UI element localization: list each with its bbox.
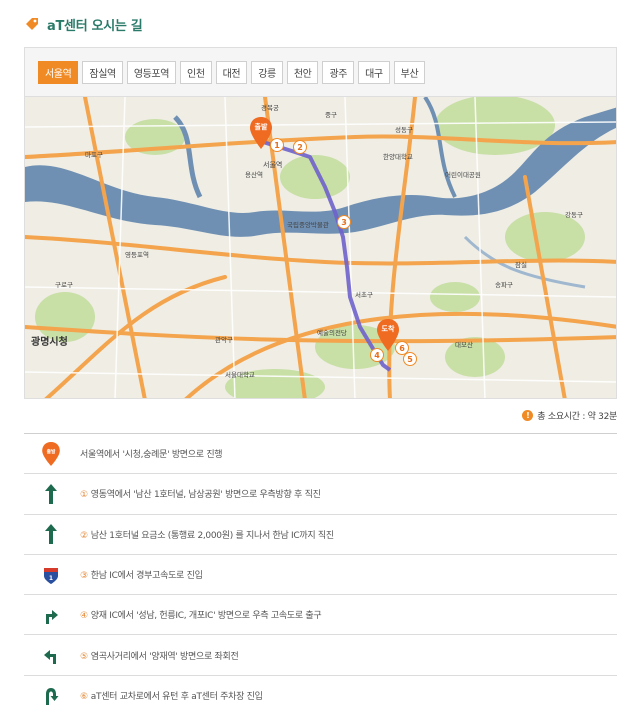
step-instruction: 서울역에서 '시청,숭례문' 방면으로 진행	[80, 450, 223, 461]
end-pin-label: 도착	[381, 325, 395, 333]
tab-departure-1[interactable]: 잠실역	[82, 61, 123, 84]
departure-tabs: 서울역 잠실역 영등포역 인천 대전 강릉 천안 광주 대구 부산	[38, 61, 429, 84]
start-pin-icon: 출발	[41, 441, 61, 466]
step-number: ①	[80, 490, 88, 501]
direction-step-1: 출발 서울역에서 '시청,숭례문' 방면으로 진행	[24, 434, 617, 475]
step-number: ⑤	[80, 651, 88, 662]
direction-step-text: ② 남산 1호터널 요금소 (통행료 2,000원) 를 지나서 한남 IC까지 …	[80, 528, 334, 541]
step-instruction: 영동역에서 '남산 1호터널, 남상공원' 방면으로 우측방향 후 직진	[90, 490, 321, 501]
map-canvas: 경복궁 용산역 영등포역 국립중앙박물관 한양대학교 어린이대공원 잠실 서울대…	[25, 97, 616, 398]
svg-text:마포구: 마포구	[85, 150, 103, 159]
svg-text:한양대학교: 한양대학교	[383, 152, 413, 161]
svg-text:영등포역: 영등포역	[125, 250, 149, 259]
svg-text:대모산: 대모산	[455, 340, 473, 349]
directions-page: aT센터 오시는 길 서울역 잠실역 영등포역 인천 대전 강릉 천안 광주 대구 부산	[0, 0, 640, 711]
direction-step-text: ⑥ aT센터 교차로에서 유턴 후 aT센터 주차장 진입	[80, 689, 263, 702]
svg-text:용산역: 용산역	[245, 170, 263, 179]
direction-step-text: ④ 양재 IC에서 '성남, 헌릉IC, 개포IC' 방면으로 우측 고속도로 출…	[80, 608, 322, 622]
tab-departure-3[interactable]: 인천	[180, 61, 212, 84]
start-pin[interactable]: 출발	[250, 117, 272, 149]
step-instruction: 양재 IC에서 '성남, 헌릉IC, 개포IC' 방면으로 우측 고속도로 출구	[90, 611, 322, 622]
step-instruction: aT센터 교차로에서 유턴 후 aT센터 주차장 진입	[90, 692, 263, 703]
step-number: ②	[80, 530, 88, 541]
map-step-marker-3[interactable]: 3	[337, 215, 351, 229]
straight-arrow-icon	[41, 522, 61, 546]
svg-text:관악구: 관악구	[215, 335, 233, 344]
map-step-marker-2[interactable]: 2	[293, 140, 307, 154]
tab-departure-4[interactable]: 대전	[215, 61, 248, 84]
straight-arrow-icon	[41, 482, 61, 506]
city-map-label: 광명시청	[31, 335, 68, 348]
station-map-label: 서울역	[263, 160, 282, 169]
step-number: ⑥	[80, 692, 88, 703]
direction-step-2: ① 영동역에서 '남산 1호터널, 남상공원' 방면으로 우측방향 후 직진	[24, 474, 617, 515]
svg-text:어린이대공원: 어린이대공원	[445, 170, 481, 179]
total-time: ! 총 소요시간 : 약 32분	[522, 409, 617, 422]
info-icon: !	[522, 410, 534, 421]
total-time-text: 총 소요시간 : 약 32분	[537, 412, 617, 422]
tab-departure-2[interactable]: 영등포역	[126, 61, 177, 84]
tag-icon	[26, 18, 38, 30]
tab-departure-7[interactable]: 광주	[322, 61, 355, 84]
tab-departure-0[interactable]: 서울역	[38, 61, 79, 84]
start-pin-label: 출발	[254, 123, 268, 131]
section-header: aT센터 오시는 길	[24, 14, 143, 34]
svg-text:서초구: 서초구	[355, 290, 373, 299]
direction-steps: 출발 서울역에서 '시청,숭례문' 방면으로 진행 ① 영동역에서 '남산 1호터널,…	[24, 433, 617, 711]
svg-text:강동구: 강동구	[565, 210, 583, 219]
page-title: aT센터 오시는 길	[47, 18, 143, 34]
map-step-marker-1[interactable]: 1	[270, 138, 284, 152]
direction-step-5: ④ 양재 IC에서 '성남, 헌릉IC, 개포IC' 방면으로 우측 고속도로 출…	[24, 595, 617, 636]
direction-step-6: ⑤ 염곡사거리에서 '양재역' 방면으로 좌회전	[24, 635, 617, 676]
svg-text:구로구: 구로구	[55, 281, 73, 289]
direction-step-7: ⑥ aT센터 교차로에서 유턴 후 aT센터 주차장 진입	[24, 676, 617, 711]
direction-step-3: ② 남산 1호터널 요금소 (통행료 2,000원) 를 지나서 한남 IC까지 …	[24, 515, 617, 555]
svg-text:잠실: 잠실	[515, 260, 527, 269]
step-instruction: 염곡사거리에서 '양재역' 방면으로 좌회전	[90, 651, 239, 662]
svg-text:서울대학교: 서울대학교	[225, 370, 255, 379]
svg-text:성동구: 성동구	[395, 125, 413, 134]
step-number: ④	[80, 611, 88, 622]
direction-step-text: ① 영동역에서 '남산 1호터널, 남상공원' 방면으로 우측방향 후 직진	[80, 487, 321, 500]
tab-departure-8[interactable]: 대구	[358, 61, 390, 84]
route-map[interactable]: 경복궁 용산역 영등포역 국립중앙박물관 한양대학교 어린이대공원 잠실 서울대…	[24, 96, 617, 399]
step-number: ③	[80, 571, 88, 582]
direction-step-text: 서울역에서 '시청,숭례문' 방면으로 진행	[80, 447, 223, 461]
tab-departure-5[interactable]: 강릉	[251, 61, 283, 84]
svg-text:중구: 중구	[325, 111, 337, 119]
u-turn-arrow-icon	[41, 684, 61, 708]
svg-text:1: 1	[49, 575, 53, 582]
svg-text:경복궁: 경복궁	[261, 103, 279, 112]
departure-tab-bar: 서울역 잠실역 영등포역 인천 대전 강릉 천안 광주 대구 부산	[24, 47, 617, 96]
step-instruction: 남산 1호터널 요금소 (통행료 2,000원) 를 지나서 한남 IC까지 직…	[90, 530, 334, 541]
svg-text:국립중앙박물관: 국립중앙박물관	[287, 220, 329, 229]
direction-step-4: 1 ③ 한남 IC에서 경부고속도로 진입	[24, 555, 617, 596]
direction-step-text: ③ 한남 IC에서 경부고속도로 진입	[80, 568, 203, 581]
tab-departure-9[interactable]: 부산	[393, 61, 426, 84]
highway-shield-icon: 1	[41, 563, 61, 587]
svg-text:송파구: 송파구	[495, 280, 513, 289]
direction-step-text: ⑤ 염곡사거리에서 '양재역' 방면으로 좌회전	[80, 649, 239, 662]
map-step-marker-4[interactable]: 4	[370, 348, 384, 362]
right-turn-arrow-icon	[41, 603, 61, 627]
left-turn-arrow-icon	[41, 643, 61, 667]
tab-departure-6[interactable]: 천안	[286, 61, 319, 84]
step-instruction: 한남 IC에서 경부고속도로 진입	[90, 571, 203, 582]
map-step-marker-6[interactable]: 6	[395, 341, 409, 355]
svg-text:예술의전당: 예술의전당	[317, 328, 347, 337]
